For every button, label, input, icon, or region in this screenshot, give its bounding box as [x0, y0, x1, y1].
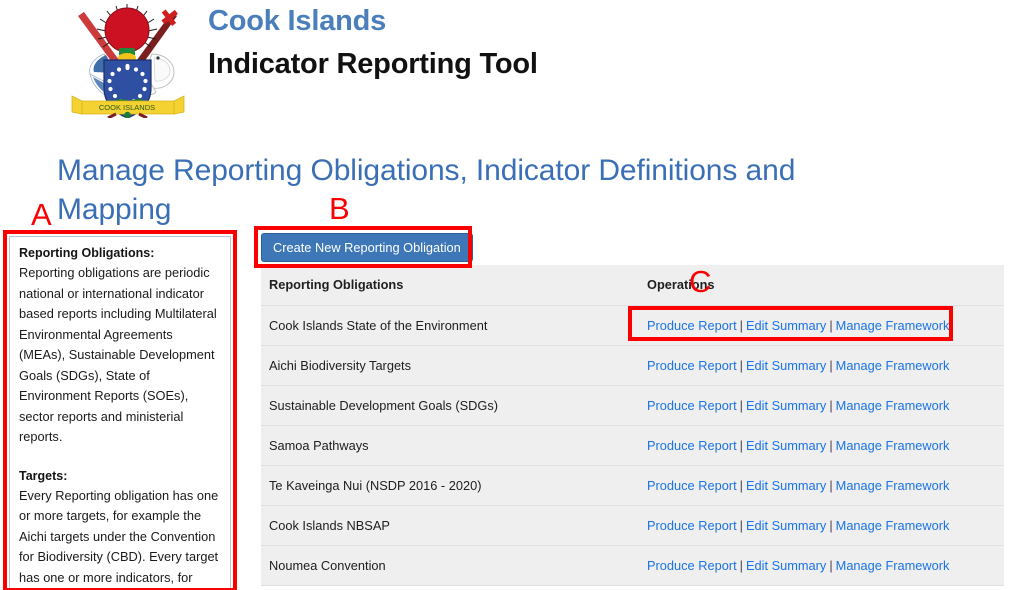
table-row: Cook Islands State of the Environment Pro…: [261, 305, 1004, 346]
edit-summary-link[interactable]: Edit Summary: [746, 558, 826, 573]
edit-summary-link[interactable]: Edit Summary: [746, 318, 826, 333]
table-row: Samoa Pathways Produce Report | Edit Summar…: [261, 425, 1004, 466]
edit-summary-link[interactable]: Edit Summary: [746, 438, 826, 453]
obligation-name-cell: Te Kaveinga Nui (NSDP 2016 - 2020): [261, 465, 639, 506]
crest-motto-text: COOK ISLANDS: [99, 103, 155, 112]
operations-cell: Produce Report | Edit Summary | Manage Frame…: [639, 505, 1004, 546]
produce-report-link[interactable]: Produce Report: [647, 478, 737, 493]
info-panel: Reporting Obligations: Reporting obligat…: [9, 236, 231, 590]
table-row: Sustainable Development Goals (SDGs) Prod…: [261, 385, 1004, 426]
operations-cell: Produce Report | Edit Summary | Manage Frame…: [639, 545, 1004, 586]
annotation-label-a: A: [31, 197, 52, 232]
operations-separator: |: [829, 398, 833, 413]
manage-framework-link[interactable]: Manage Framework: [836, 358, 950, 373]
edit-summary-link[interactable]: Edit Summary: [746, 478, 826, 493]
edit-summary-link[interactable]: Edit Summary: [746, 518, 826, 533]
produce-report-link[interactable]: Produce Report: [647, 558, 737, 573]
operations-cell: Produce Report | Edit Summary | Manage Frame…: [639, 385, 1004, 426]
info-section-1-heading: Reporting Obligations:: [19, 246, 155, 260]
obligation-name-cell: Noumea Convention: [261, 545, 639, 586]
operations-cell: Produce Report | Edit Summary | Manage Frame…: [639, 345, 1004, 386]
produce-report-link[interactable]: Produce Report: [647, 518, 737, 533]
table-row: Noumea Convention Produce Report | Edit Sum…: [261, 545, 1004, 586]
app-title: Indicator Reporting Tool: [208, 48, 538, 80]
create-new-reporting-obligation-button[interactable]: Create New Reporting Obligation: [261, 233, 473, 262]
operations-separator: |: [829, 478, 833, 493]
operations-cell: Produce Report | Edit Summary | Manage Frame…: [639, 465, 1004, 506]
operations-separator: |: [829, 438, 833, 453]
edit-summary-link[interactable]: Edit Summary: [746, 398, 826, 413]
obligation-name-cell: Sustainable Development Goals (SDGs): [261, 385, 639, 426]
manage-framework-link[interactable]: Manage Framework: [836, 398, 950, 413]
produce-report-link[interactable]: Produce Report: [647, 318, 737, 333]
table-header-row: Reporting Obligations Operations: [261, 265, 1004, 306]
table-body: Cook Islands State of the Environment Pro…: [261, 305, 1004, 586]
table-head: Reporting Obligations Operations: [261, 265, 1004, 306]
produce-report-link[interactable]: Produce Report: [647, 358, 737, 373]
manage-framework-link[interactable]: Manage Framework: [836, 438, 950, 453]
manage-framework-link[interactable]: Manage Framework: [836, 478, 950, 493]
site-header: COOK ISLANDS Cook Islands Indicator Repo…: [0, 0, 1011, 120]
manage-framework-link[interactable]: Manage Framework: [836, 518, 950, 533]
column-header-reporting-obligations: Reporting Obligations: [261, 265, 639, 306]
operations-separator: |: [829, 318, 833, 333]
obligation-name-cell: Aichi Biodiversity Targets: [261, 345, 639, 386]
obligation-name-cell: Samoa Pathways: [261, 425, 639, 466]
edit-summary-link[interactable]: Edit Summary: [746, 358, 826, 373]
brand-block: Cook Islands Indicator Reporting Tool: [208, 4, 538, 82]
info-section-2-body: Every Reporting obligation has one or mo…: [19, 487, 219, 585]
manage-framework-link[interactable]: Manage Framework: [836, 558, 950, 573]
operations-separator: |: [739, 438, 743, 453]
operations-cell: Produce Report | Edit Summary | Manage Frame…: [639, 425, 1004, 466]
obligation-name-cell: Cook Islands NBSAP: [261, 505, 639, 546]
info-section-1-body: Reporting obligations are periodic natio…: [19, 265, 217, 444]
reporting-obligations-table-wrapper: Reporting Obligations Operations Cook Is…: [261, 265, 1004, 586]
page-root: COOK ISLANDS Cook Islands Indicator Repo…: [0, 0, 1011, 590]
page-title: Manage Reporting Obligations, Indicator …: [57, 154, 796, 227]
column-header-operations: Operations: [639, 265, 1004, 306]
operations-separator: |: [829, 558, 833, 573]
obligation-name-cell: Cook Islands State of the Environment: [261, 305, 639, 346]
operations-separator: |: [739, 558, 743, 573]
manage-framework-link[interactable]: Manage Framework: [836, 318, 950, 333]
reporting-obligations-table: Reporting Obligations Operations Cook Is…: [261, 265, 1004, 586]
operations-separator: |: [739, 398, 743, 413]
operations-cell: Produce Report | Edit Summary | Manage Frame…: [639, 305, 1004, 346]
operations-separator: |: [829, 358, 833, 373]
produce-report-link[interactable]: Produce Report: [647, 398, 737, 413]
table-row: Te Kaveinga Nui (NSDP 2016 - 2020) Produc…: [261, 465, 1004, 506]
coat-of-arms-icon: COOK ISLANDS: [60, 2, 195, 120]
table-row: Aichi Biodiversity Targets Produce Report…: [261, 345, 1004, 386]
table-row: Cook Islands NBSAP Produce Report | Edit Su…: [261, 505, 1004, 546]
operations-separator: |: [739, 358, 743, 373]
info-section-2-heading: Targets:: [19, 468, 68, 483]
operations-separator: |: [739, 518, 743, 533]
org-name: Cook Islands: [208, 5, 387, 37]
operations-separator: |: [739, 318, 743, 333]
operations-separator: |: [739, 478, 743, 493]
produce-report-link[interactable]: Produce Report: [647, 438, 737, 453]
operations-separator: |: [829, 518, 833, 533]
